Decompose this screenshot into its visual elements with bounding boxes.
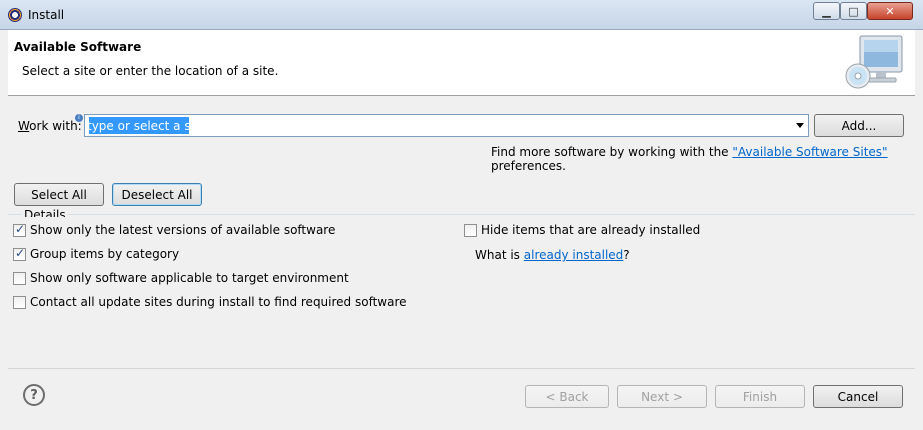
- eclipse-icon: [8, 8, 22, 22]
- group-by-category-label: Group items by category: [30, 247, 180, 261]
- hide-installed-label: Hide items that are already installed: [481, 223, 701, 237]
- hint-text-before: Find more software by working with the: [491, 145, 733, 159]
- finish-button[interactable]: Finish: [715, 385, 805, 408]
- page-description: Select a site or enter the location of a…: [22, 64, 279, 78]
- maximize-button[interactable]: □: [840, 2, 867, 20]
- next-button[interactable]: Next >: [617, 385, 707, 408]
- available-sites-link[interactable]: "Available Software Sites": [732, 145, 887, 159]
- install-monitor-icon: [845, 35, 903, 89]
- minimize-icon: ▁: [822, 4, 831, 18]
- hide-installed-checkbox[interactable]: [464, 223, 477, 237]
- details-divider: [8, 214, 915, 215]
- title-bar: Install ▁ □ ✕: [0, 0, 923, 30]
- hint-text-after: preferences.: [491, 159, 566, 173]
- what-is-suffix: ?: [623, 248, 630, 262]
- option-target-environment[interactable]: Show only software applicable to target …: [13, 271, 349, 285]
- close-button[interactable]: ✕: [867, 2, 913, 20]
- cancel-button[interactable]: Cancel: [813, 385, 903, 408]
- back-button[interactable]: < Back: [525, 385, 609, 408]
- select-all-button[interactable]: Select All: [14, 183, 104, 206]
- work-with-input[interactable]: [87, 117, 787, 134]
- minimize-button[interactable]: ▁: [813, 2, 840, 20]
- work-with-label-text: ork with:: [29, 119, 82, 133]
- details-group-label: Details: [22, 208, 68, 217]
- option-group-by-category[interactable]: Group items by category: [13, 246, 180, 261]
- info-icon: i: [75, 114, 83, 122]
- contact-update-sites-checkbox[interactable]: [13, 295, 26, 309]
- already-installed-link[interactable]: already installed: [524, 248, 624, 262]
- option-hide-installed[interactable]: Hide items that are already installed: [464, 223, 700, 237]
- header-banner: Available Software Select a site or ente…: [8, 30, 915, 96]
- work-with-mnemonic: W: [18, 119, 30, 133]
- latest-versions-checkbox[interactable]: [13, 222, 26, 237]
- deselect-all-button[interactable]: Deselect All: [112, 183, 202, 206]
- option-contact-update-sites[interactable]: Contact all update sites during install …: [13, 295, 407, 309]
- contact-update-sites-label: Contact all update sites during install …: [30, 295, 407, 309]
- maximize-icon: □: [848, 4, 859, 18]
- what-is-installed: What is already installed?: [475, 248, 630, 262]
- what-is-prefix: What is: [475, 248, 524, 262]
- work-with-combo[interactable]: [84, 114, 809, 137]
- option-latest-versions[interactable]: Show only the latest versions of availab…: [13, 222, 336, 237]
- window-title: Install: [28, 8, 65, 22]
- group-by-category-checkbox[interactable]: [13, 246, 26, 261]
- chevron-down-icon[interactable]: [796, 123, 804, 128]
- target-environment-label: Show only software applicable to target …: [30, 271, 349, 285]
- available-sites-hint: Find more software by working with the "…: [491, 145, 923, 173]
- close-icon: ✕: [885, 4, 895, 18]
- work-with-label: Work with:: [18, 119, 82, 133]
- footer-divider: [8, 368, 915, 369]
- latest-versions-label: Show only the latest versions of availab…: [30, 223, 336, 237]
- add-button[interactable]: Add...: [814, 114, 904, 137]
- help-icon[interactable]: ?: [23, 384, 45, 406]
- target-environment-checkbox[interactable]: [13, 271, 26, 285]
- page-title: Available Software: [14, 40, 142, 54]
